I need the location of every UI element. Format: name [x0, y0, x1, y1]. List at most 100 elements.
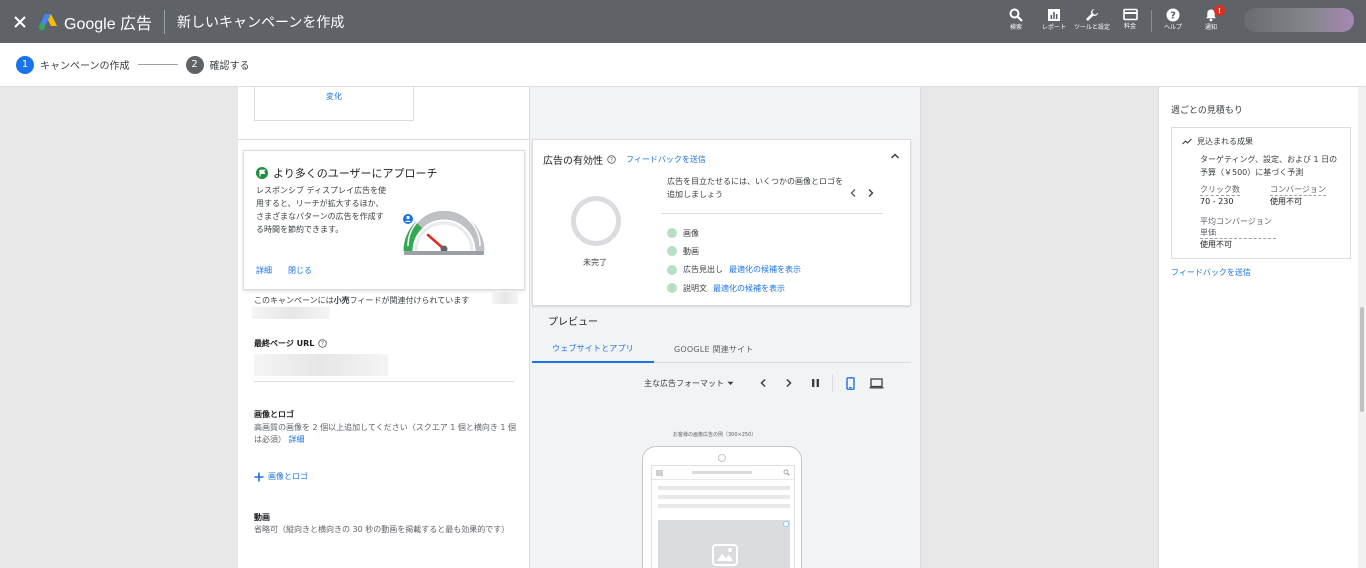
tools-label: ツールと設定 [1073, 24, 1110, 31]
step-number: 1 [16, 55, 34, 74]
headline-suggestions-link[interactable]: 最適化の候補を表示 [729, 264, 801, 275]
pause-icon [811, 379, 819, 387]
tab-websites-and-apps[interactable]: ウェブサイトとアプリ [532, 335, 654, 363]
svg-text:?: ? [1170, 11, 1176, 22]
ad-editor-panel: 変化 より多くのユーザーにアプローチ レスポンシブ ディスプレイ広告を使用すると… [238, 87, 530, 568]
promo-links: 詳細 閉じる [256, 265, 312, 276]
metric-value: 使用不可 [1200, 240, 1232, 249]
billing-label: 料金 [1123, 23, 1136, 30]
desktop-view-button[interactable] [863, 373, 889, 393]
google-ads-logo[interactable]: Google 広告 [38, 10, 152, 34]
metric-clicks: クリック数 70 - 230 [1200, 184, 1240, 208]
step-create-campaign[interactable]: 1 キャンペーンの作成 [16, 55, 130, 74]
notifications-label: 通知 [1204, 24, 1217, 31]
weekly-estimate-panel: 週ごとの見積もり 見込まれる成果 ターゲティング、設定、および 1 日の予算（￥… [1158, 87, 1358, 568]
videos-section-description: 省略可（縦向きと横向きの 30 秒の動画を掲載すると最も効果的です） [254, 525, 510, 534]
add-images-button[interactable]: 画像とロゴ [254, 471, 308, 482]
description-suggestions-link[interactable]: 最適化の候補を表示 [713, 283, 785, 294]
feed-text-post: フィードが関連付けられています [349, 296, 470, 305]
format-select[interactable]: 主な広告フォーマット [644, 378, 734, 389]
page-scrollbar[interactable] [1358, 87, 1366, 568]
mobile-view-button[interactable] [837, 373, 863, 393]
tool-separator [1151, 10, 1152, 32]
search-button[interactable]: 検索 [997, 0, 1035, 43]
checklist-item-descriptions: 説明文 最適化の候補を表示 [667, 279, 801, 297]
tip-navigation [849, 188, 875, 198]
promo-header: より多くのユーザーにアプローチ [256, 165, 438, 181]
svg-text:?: ? [321, 341, 324, 348]
close-icon[interactable] [2, 15, 38, 29]
mobile-preview-frame [642, 446, 802, 568]
tab-google-properties[interactable]: GOOGLE 関連サイト [654, 335, 773, 363]
previous-button[interactable] [750, 373, 776, 393]
mock-image-ad [658, 520, 790, 568]
trending-up-icon [1182, 138, 1192, 145]
redacted-final-url [254, 354, 388, 376]
images-section-description: 高画質の画像を 2 個以上追加してください（スクエア 1 個と横向き 1 個は必… [254, 422, 520, 446]
ad-choices-icon [783, 521, 789, 527]
preview-toolbar: 主な広告フォーマット [644, 373, 889, 393]
chevron-up-icon[interactable] [890, 152, 900, 160]
billing-button[interactable]: 料金 [1111, 0, 1149, 43]
notifications-button[interactable]: ! 通知 [1192, 0, 1230, 43]
image-placeholder-icon [712, 544, 738, 566]
images-section-title: 画像とロゴ [254, 410, 294, 419]
section-divider [238, 139, 530, 140]
side-feedback-link[interactable]: フィードバックを送信 [1171, 267, 1251, 278]
promo-close-link[interactable]: 閉じる [288, 265, 312, 276]
scrollbar-thumb[interactable] [1360, 307, 1364, 412]
estimate-basis: ターゲティング、設定、および 1 日の予算（￥500）に基づく予測 [1200, 155, 1338, 177]
ad-strength-card: 広告の有効性 ? フィードバックを送信 未完了 広告を目立たせるには、いくつかの… [532, 139, 911, 306]
chevron-left-icon[interactable] [849, 188, 857, 198]
promo-details-link[interactable]: 詳細 [256, 265, 272, 276]
images-details-link[interactable]: 詳細 [289, 435, 305, 444]
step-number: 2 [185, 55, 204, 74]
help-outline-icon[interactable]: ? [318, 339, 328, 348]
reports-icon [1048, 9, 1060, 21]
appbar-divider [164, 9, 166, 34]
campaign-stepper: 1 キャンペーンの作成 2 確認する [0, 43, 1366, 87]
promo-title: より多くのユーザーにアプローチ [273, 167, 438, 180]
checklist-label: 動画 [683, 246, 699, 256]
mock-text-line [658, 486, 790, 490]
change-link[interactable]: 変化 [326, 91, 342, 102]
pause-button[interactable] [802, 373, 828, 393]
mock-browser-bar [652, 466, 794, 480]
phone-camera [718, 454, 726, 462]
search-icon [783, 469, 790, 476]
toolbar-separator [832, 374, 833, 392]
chevron-right-icon[interactable] [867, 188, 875, 198]
ad-strength-ring [571, 196, 621, 246]
feedback-link[interactable]: フィードバックを送信 [626, 154, 706, 165]
account-switcher[interactable] [1244, 8, 1354, 32]
credit-card-icon [1122, 8, 1138, 21]
wrench-icon [1086, 9, 1098, 21]
chevron-right-icon [786, 378, 792, 388]
metric-key[interactable]: 平均コンバージョン単価 [1200, 216, 1276, 239]
feed-text-pre: このキャンペーンには [254, 296, 334, 305]
help-outline-icon[interactable]: ? [607, 155, 616, 164]
app-bar: Google 広告 新しいキャンペーンを作成 検索 レポート ツールと設定 料金… [0, 0, 1366, 43]
videos-section-title: 動画 [254, 513, 270, 522]
promo-description: レスポンシブ ディスプレイ広告を使用すると、リーチが拡大するほか、さまざまなパタ… [256, 186, 386, 234]
metric-key[interactable]: コンバージョン [1270, 184, 1326, 196]
ad-strength-header: 広告の有効性 ? フィードバックを送信 [543, 152, 706, 167]
redacted-feed-id [492, 292, 518, 304]
page-title: 新しいキャンペーンを作成 [177, 14, 345, 31]
smartphone-icon [845, 376, 855, 390]
speedometer-illustration [403, 211, 485, 255]
metric-conversions: コンバージョン 使用不可 [1270, 184, 1326, 208]
status-dot [667, 283, 677, 294]
step-review[interactable]: 2 確認する [185, 55, 250, 74]
ad-strength-checklist: 画像 動画 広告見出し 最適化の候補を表示 説明文 最適化の候補を表示 [667, 224, 801, 297]
preview-caption: お客様の画像広告の例（300×250） [673, 432, 757, 438]
ad-strength-title: 広告の有効性 [543, 156, 603, 167]
reports-button[interactable]: レポート [1035, 0, 1073, 43]
google-ads-icon [38, 13, 57, 30]
tools-button[interactable]: ツールと設定 [1073, 0, 1111, 43]
dropdown-arrow-icon [727, 381, 734, 385]
next-button[interactable] [776, 373, 802, 393]
metric-key[interactable]: クリック数 [1200, 184, 1240, 196]
help-icon: ? [1166, 8, 1180, 22]
help-button[interactable]: ? ヘルプ [1154, 0, 1192, 43]
